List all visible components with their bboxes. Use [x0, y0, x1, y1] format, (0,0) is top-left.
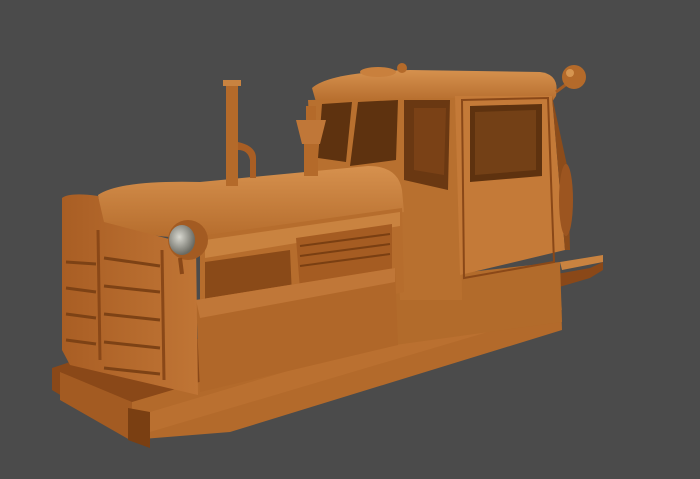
3d-viewport[interactable]	[0, 0, 700, 479]
model-render	[52, 63, 603, 448]
exhaust-stacks	[223, 80, 326, 186]
